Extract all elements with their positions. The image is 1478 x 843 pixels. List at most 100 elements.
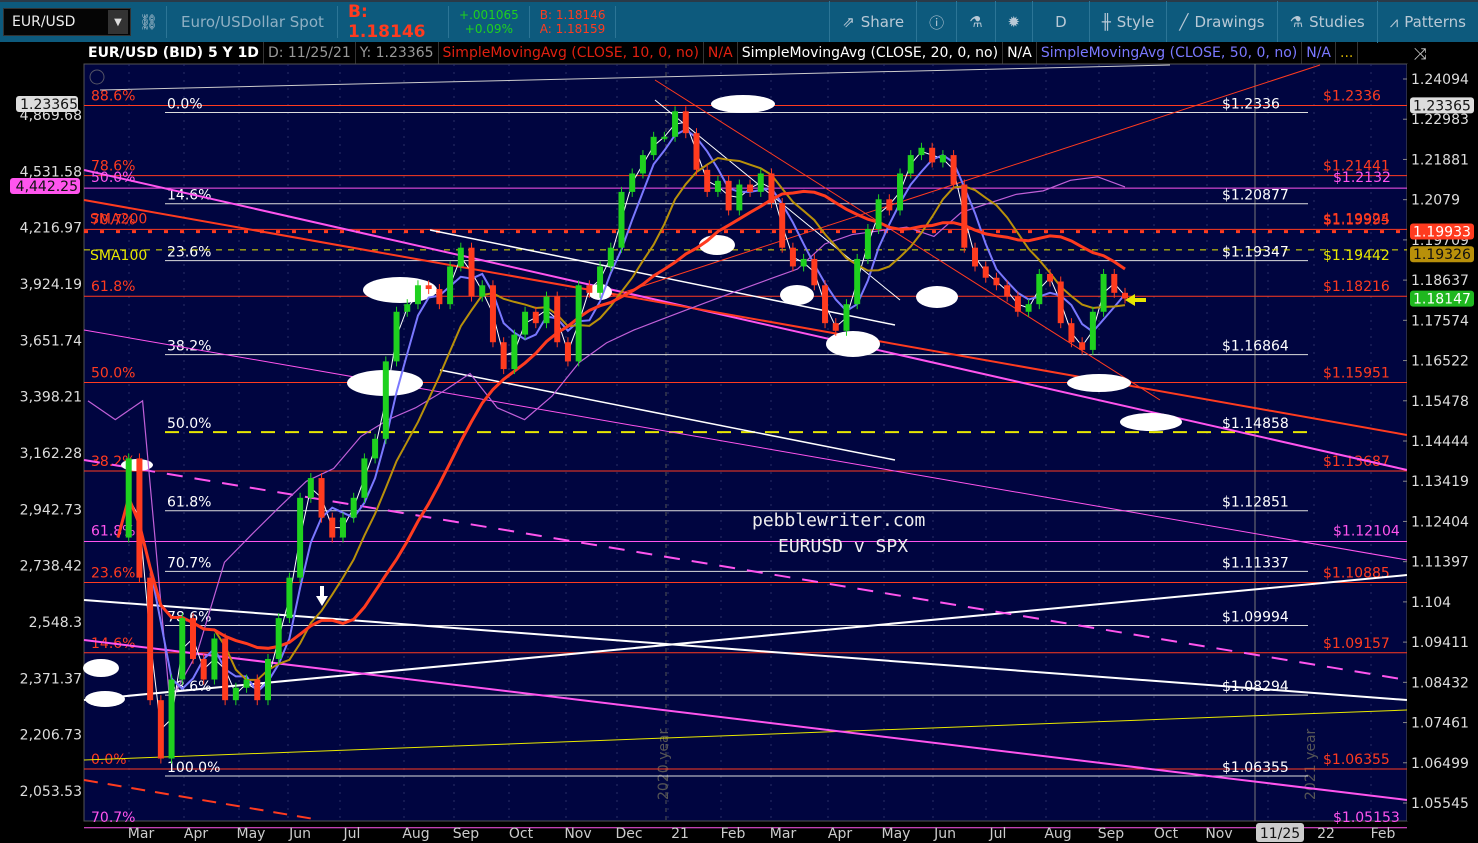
- candle-body: [489, 285, 496, 343]
- right-axis-tick: 1.14444: [1411, 434, 1469, 450]
- candle-body: [789, 247, 796, 267]
- candle-body: [918, 147, 925, 156]
- candle-body: [339, 517, 346, 538]
- candle-body: [597, 266, 604, 293]
- candle-body: [886, 199, 893, 211]
- fib-white-pct: 100.0%: [167, 760, 220, 776]
- right-axis-tick: 1.07461: [1411, 716, 1469, 732]
- marker-ellipse: [780, 285, 814, 305]
- candle-body: [714, 180, 721, 192]
- right-axis-tick: 1.21881: [1411, 152, 1469, 168]
- fib-white-pct: 0.0%: [167, 97, 203, 113]
- candle-body: [404, 304, 411, 312]
- candle-body: [457, 247, 464, 267]
- candle-body: [768, 173, 775, 204]
- x-axis-tick: Dec: [615, 826, 642, 842]
- candle-body: [211, 638, 218, 680]
- left-axis-tick: 2,942.73: [20, 502, 82, 518]
- right-axis-tick: 1.22983: [1411, 112, 1469, 128]
- fib-white-pct: 38.2%: [167, 339, 211, 355]
- candle-body: [1036, 273, 1043, 305]
- fib-white-pct: 23.6%: [167, 245, 211, 261]
- candle-body: [682, 111, 689, 134]
- candle-body: [1014, 296, 1021, 312]
- candle-body: [672, 111, 679, 137]
- candle-body: [832, 323, 839, 331]
- candle-body: [1025, 304, 1032, 312]
- fib-magenta-price: $1.12104: [1333, 524, 1400, 540]
- candle-body: [414, 285, 421, 305]
- left-axis-tick: 3,924.19: [20, 277, 82, 293]
- candle-body: [200, 658, 207, 680]
- fib-white-price: $1.2336: [1222, 97, 1280, 113]
- left-axis-tick: 3,651.74: [20, 333, 82, 349]
- marker-ellipse: [826, 331, 880, 357]
- candle-body: [136, 458, 143, 578]
- candle-body: [811, 258, 818, 286]
- fib-white-pct: 50.0%: [167, 416, 211, 432]
- fib-red-price: $1.15951: [1323, 366, 1390, 382]
- fib-magenta-pct: 70.7%: [91, 810, 135, 826]
- candle-body: [532, 311, 539, 324]
- left-tag-label: 1.23365: [20, 97, 78, 113]
- candle-body: [993, 277, 1000, 286]
- x-axis-tick: Apr: [184, 826, 208, 842]
- fib-white-price: $1.12851: [1222, 495, 1289, 511]
- candle-body: [168, 679, 175, 759]
- marker-ellipse: [85, 691, 125, 707]
- candle-body: [543, 296, 550, 324]
- candle-body: [436, 289, 443, 305]
- candle-body: [222, 638, 229, 701]
- x-axis-tick: Sep: [1098, 826, 1125, 842]
- fib-white-price: $1.11337: [1222, 555, 1289, 571]
- year-label: 2020 year: [656, 728, 672, 800]
- right-axis-tick: 1.13419: [1411, 474, 1469, 490]
- candle-body: [864, 229, 871, 259]
- right-axis-tick: 1.18637: [1411, 273, 1469, 289]
- x-axis-tick: Feb: [721, 826, 746, 842]
- candle-body: [854, 258, 861, 305]
- left-axis-tick: 2,206.73: [20, 728, 82, 744]
- candle-body: [618, 191, 625, 248]
- candle-body: [779, 203, 786, 248]
- marker-ellipse: [699, 235, 735, 255]
- marker-ellipse: [1067, 374, 1131, 392]
- fib-magenta-price: $1.05153: [1333, 810, 1400, 826]
- right-axis-tick: 1.09411: [1411, 635, 1469, 651]
- candle-body: [757, 173, 764, 192]
- candle-body: [522, 311, 529, 335]
- x-axis-tick: Apr: [828, 826, 852, 842]
- candle-body: [254, 679, 261, 701]
- fib-white-pct: 70.7%: [167, 555, 211, 571]
- fib-red-pct: 61.8%: [91, 279, 135, 295]
- x-axis-tick: 22: [1317, 826, 1335, 842]
- candle-body: [575, 285, 582, 362]
- x-axis-tick: 11/25: [1260, 826, 1300, 842]
- x-axis-tick: Jun: [933, 826, 956, 842]
- candle-body: [264, 658, 271, 701]
- left-axis-tick: 3,398.21: [20, 390, 82, 406]
- left-axis-tick: 2,053.53: [20, 784, 82, 800]
- fib-red-price: $1.18216: [1323, 279, 1390, 295]
- left-axis-tick: 2,371.37: [20, 671, 82, 687]
- fib-red-pct: 50.0%: [91, 366, 135, 382]
- x-axis-tick: Jul: [989, 826, 1007, 842]
- candle-body: [693, 133, 700, 170]
- candle-body: [1057, 281, 1064, 324]
- price-tag-label: 1.19933: [1413, 225, 1471, 241]
- candle-body: [382, 361, 389, 439]
- left-tag-label: 4,442.25: [16, 179, 78, 195]
- candle-body: [468, 247, 475, 297]
- candle-body: [1068, 323, 1075, 343]
- marker-ellipse: [363, 277, 437, 303]
- price-chart[interactable]: 2020 year 2021 year88.6% $1.233678.6% $1.21…: [0, 0, 1478, 843]
- x-axis-tick: Nov: [1205, 826, 1232, 842]
- left-axis-tick: 2,548.3: [29, 615, 82, 631]
- fib-red-price: $1.2336: [1323, 89, 1381, 105]
- x-axis-tick: 21: [671, 826, 689, 842]
- x-axis-tick: Sep: [453, 826, 480, 842]
- candle-body: [650, 136, 657, 156]
- fib-white-price: $1.09994: [1222, 610, 1289, 626]
- fib-white-price: $1.16864: [1222, 339, 1289, 355]
- marker-ellipse: [83, 659, 119, 677]
